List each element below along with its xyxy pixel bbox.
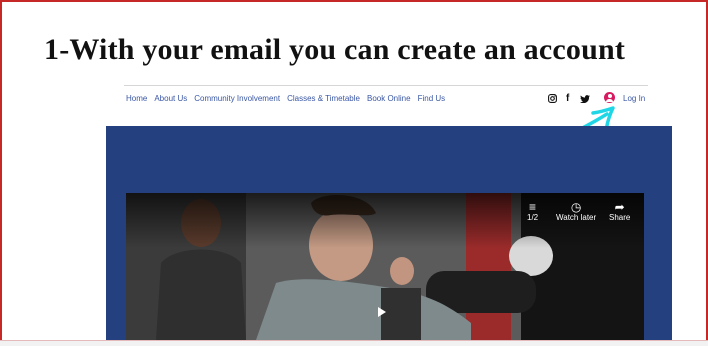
frame-bottom-edge: [0, 340, 708, 346]
watch-later-label: Watch later: [556, 213, 597, 222]
nav-item-book-online[interactable]: Book Online: [367, 94, 411, 103]
nav-item-find-us[interactable]: Find Us: [418, 94, 446, 103]
instruction-heading: 1-With your email you can create an acco…: [44, 33, 626, 66]
nav-item-home[interactable]: Home: [126, 94, 147, 103]
playlist-icon: ≡: [529, 200, 537, 214]
share-icon: ➦: [614, 200, 625, 214]
share-label: Share: [609, 213, 631, 222]
watch-later-button[interactable]: ◷ Watch later: [556, 201, 596, 222]
playlist-count: 1/2: [527, 213, 539, 222]
account-icon[interactable]: [604, 92, 615, 103]
site-navigation: Home About Us Community Involvement Clas…: [126, 94, 445, 103]
playlist-control[interactable]: ≡ 1/2: [527, 201, 538, 222]
header-divider: [124, 85, 648, 86]
facebook-icon[interactable]: f: [566, 91, 569, 105]
clock-icon: ◷: [570, 200, 582, 214]
twitter-icon[interactable]: [580, 95, 590, 103]
login-link[interactable]: Log In: [623, 94, 645, 103]
nav-item-community-involvement[interactable]: Community Involvement: [194, 94, 280, 103]
nav-item-about-us[interactable]: About Us: [154, 94, 187, 103]
play-icon[interactable]: [378, 307, 386, 317]
nav-item-classes-timetable[interactable]: Classes & Timetable: [287, 94, 360, 103]
video-player[interactable]: ≡ 1/2 ◷ Watch later ➦ Share: [126, 193, 644, 340]
share-button[interactable]: ➦ Share: [609, 201, 630, 222]
instagram-icon[interactable]: [548, 94, 557, 103]
